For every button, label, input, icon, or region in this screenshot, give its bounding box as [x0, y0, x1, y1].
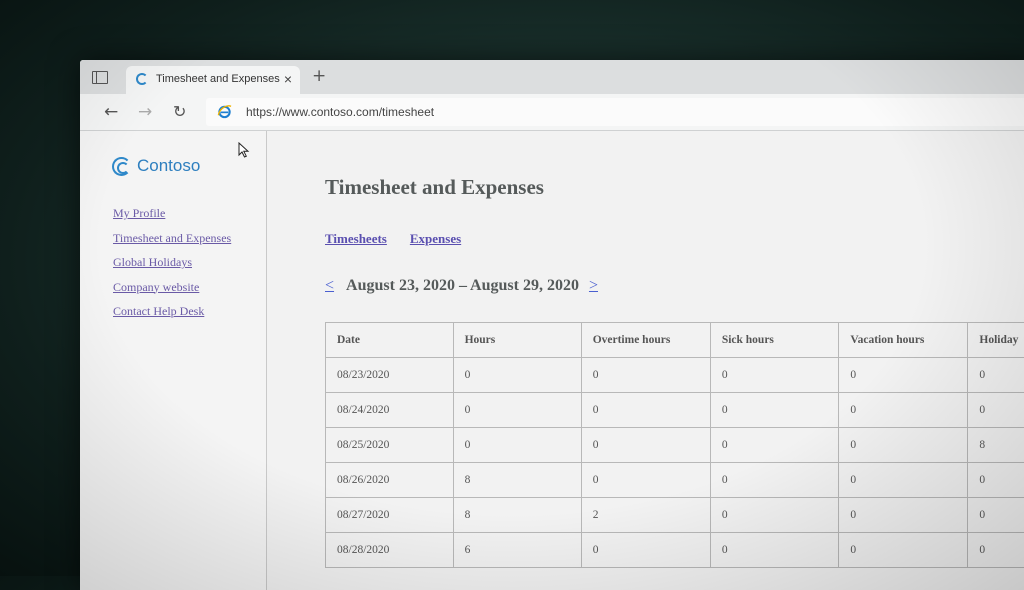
tab-actions-icon[interactable] [92, 69, 110, 85]
table-cell: 0 [710, 498, 839, 533]
week-range: August 23, 2020 – August 29, 2020 [346, 277, 579, 294]
table-cell: 0 [710, 428, 839, 463]
address-bar[interactable]: https://www.contoso.com/timesheet [206, 98, 1024, 126]
table-row: 08/23/2020 0 0 0 0 0 [326, 358, 1024, 393]
web-page: Contoso My Profile Timesheet and Expense… [80, 131, 1024, 590]
next-week-button[interactable]: > [589, 277, 598, 294]
forward-icon[interactable]: → [138, 102, 152, 122]
logo-text: Contoso [137, 156, 200, 176]
column-header-sick-hours: Sick hours [710, 323, 839, 358]
new-tab-icon[interactable]: + [312, 66, 326, 86]
table-row: 08/26/2020 8 0 0 0 0 [326, 463, 1024, 498]
table-cell: 0 [581, 463, 710, 498]
internet-explorer-icon [217, 104, 232, 119]
table-cell: 0 [839, 428, 968, 463]
table-cell: 0 [839, 358, 968, 393]
table-cell: 2 [581, 498, 710, 533]
sidebar-item-company-website[interactable]: Company website [113, 275, 231, 300]
table-cell: 0 [581, 393, 710, 428]
table-cell: 0 [968, 533, 1024, 568]
column-header-date: Date [326, 323, 454, 358]
table-cell: 0 [453, 358, 581, 393]
column-header-hours: Hours [453, 323, 581, 358]
page-title: Timesheet and Expenses [325, 175, 544, 200]
sidebar-item-my-profile[interactable]: My Profile [113, 201, 231, 226]
table-cell: 0 [581, 358, 710, 393]
column-header-holiday: Holiday [968, 323, 1024, 358]
table-row: 08/28/2020 6 0 0 0 0 [326, 533, 1024, 568]
table-cell: 8 [453, 463, 581, 498]
table-cell: 08/23/2020 [326, 358, 454, 393]
table-cell: 0 [453, 428, 581, 463]
table-cell: 0 [839, 498, 968, 533]
table-cell: 8 [453, 498, 581, 533]
sidebar: Contoso My Profile Timesheet and Expense… [80, 131, 267, 590]
column-header-vacation-hours: Vacation hours [839, 323, 968, 358]
browser-tab[interactable]: Timesheet and Expenses × [126, 66, 300, 94]
table-cell: 8 [968, 428, 1024, 463]
table-cell: 0 [968, 393, 1024, 428]
table-cell: 0 [839, 393, 968, 428]
table-cell: 08/27/2020 [326, 498, 454, 533]
table-cell: 0 [839, 463, 968, 498]
column-header-overtime-hours: Overtime hours [581, 323, 710, 358]
table-cell: 0 [968, 498, 1024, 533]
table-cell: 08/25/2020 [326, 428, 454, 463]
back-icon[interactable]: ← [104, 102, 118, 122]
table-cell: 0 [710, 533, 839, 568]
table-row: 08/27/2020 8 2 0 0 0 [326, 498, 1024, 533]
tab-timesheets[interactable]: Timesheets [325, 231, 387, 246]
sidebar-item-contact-help-desk[interactable]: Contact Help Desk [113, 299, 231, 324]
table-cell: 0 [581, 533, 710, 568]
close-tab-icon[interactable]: × [284, 71, 292, 87]
tab-strip: Timesheet and Expenses × + [80, 60, 1024, 94]
table-cell: 08/28/2020 [326, 533, 454, 568]
table-cell: 0 [710, 393, 839, 428]
sidebar-nav: My Profile Timesheet and Expenses Global… [113, 201, 231, 324]
contoso-favicon-icon [136, 73, 148, 85]
table-cell: 0 [839, 533, 968, 568]
sidebar-item-timesheet-and-expenses[interactable]: Timesheet and Expenses [113, 226, 231, 251]
timesheet-table: Date Hours Overtime hours Sick hours Vac… [325, 322, 1024, 568]
table-cell: 0 [581, 428, 710, 463]
table-cell: 0 [968, 463, 1024, 498]
browser-window: Timesheet and Expenses × + ← → ↻ https:/… [80, 60, 1024, 590]
main-content: Timesheet and Expenses Timesheets Expens… [325, 131, 1024, 590]
table-cell: 08/26/2020 [326, 463, 454, 498]
table-cell: 0 [968, 358, 1024, 393]
table-row: 08/25/2020 0 0 0 0 8 [326, 428, 1024, 463]
table-cell: 6 [453, 533, 581, 568]
refresh-icon[interactable]: ↻ [173, 102, 186, 121]
tab-title: Timesheet and Expenses [156, 73, 280, 85]
table-cell: 0 [453, 393, 581, 428]
week-selector: < August 23, 2020 – August 29, 2020 > [325, 277, 598, 295]
navigation-bar: ← → ↻ https://www.contoso.com/timesheet [80, 94, 1024, 131]
table-cell: 0 [710, 358, 839, 393]
table-row: 08/24/2020 0 0 0 0 0 [326, 393, 1024, 428]
previous-week-button[interactable]: < [325, 277, 334, 294]
tab-expenses[interactable]: Expenses [410, 231, 461, 246]
sidebar-item-global-holidays[interactable]: Global Holidays [113, 250, 231, 275]
table-cell: 0 [710, 463, 839, 498]
table-header-row: Date Hours Overtime hours Sick hours Vac… [326, 323, 1024, 358]
url-text[interactable]: https://www.contoso.com/timesheet [246, 105, 434, 119]
table-cell: 08/24/2020 [326, 393, 454, 428]
contoso-logo-icon [112, 157, 131, 176]
mouse-pointer-icon [238, 142, 250, 158]
content-tabs: Timesheets Expenses [325, 230, 480, 248]
